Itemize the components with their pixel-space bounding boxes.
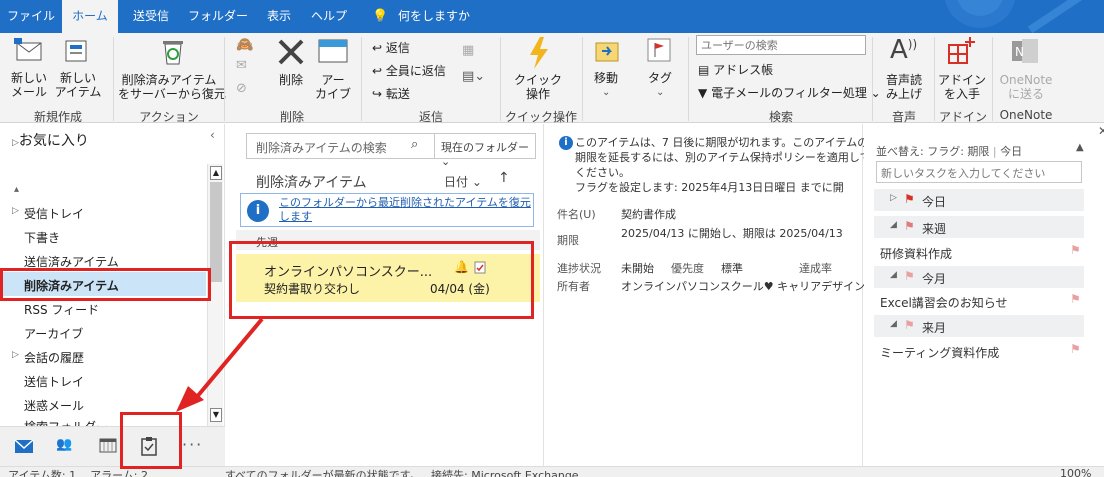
annotation-arrow [176, 317, 264, 412]
